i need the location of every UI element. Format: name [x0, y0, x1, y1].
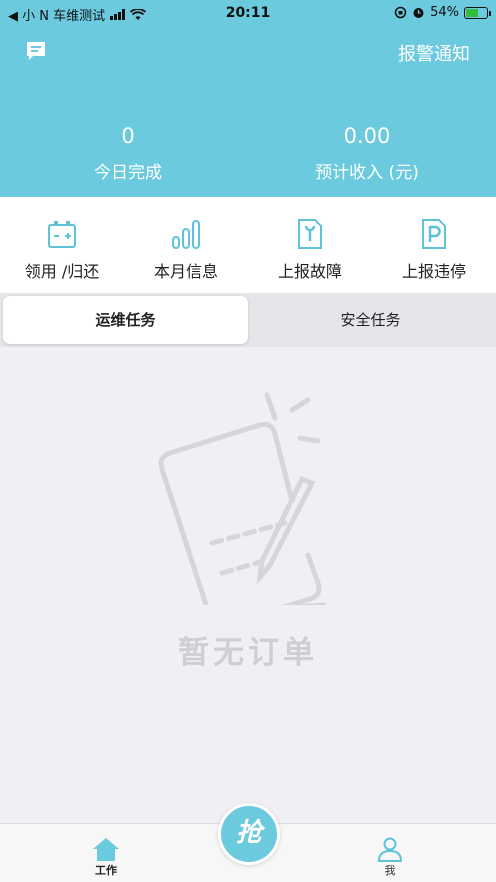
- tab-me-label: 我: [384, 864, 396, 877]
- expected-income-label: 预计收入 (元): [315, 163, 419, 183]
- today-completed-label: 今日完成: [94, 163, 162, 183]
- tab-work-label: 工作: [95, 864, 117, 877]
- action-report-parking[interactable]: 上报违停: [372, 197, 496, 295]
- action-report-parking-label: 上报违停: [401, 262, 466, 281]
- user-icon: [377, 837, 403, 862]
- empty-notepad-icon: [158, 392, 327, 605]
- status-right: 54%: [394, 5, 491, 20]
- empty-state: 暂无订单: [0, 347, 496, 823]
- action-monthly-info-label: 本月信息: [153, 262, 218, 281]
- expected-income-value: 0.00: [343, 124, 391, 148]
- alarm-notification-link[interactable]: 报警通知: [398, 40, 470, 66]
- battery-percent: 54%: [430, 5, 459, 20]
- tab-maintenance-tasks[interactable]: 运维任务: [3, 296, 248, 344]
- action-report-fault-label: 上报故障: [277, 262, 342, 281]
- action-borrow-return[interactable]: 领用 /归还: [0, 197, 124, 295]
- grab-order-button[interactable]: 抢: [218, 803, 280, 865]
- home-icon: [93, 838, 119, 861]
- tab-me[interactable]: 我: [360, 836, 420, 878]
- wrench-doc-icon: [298, 219, 322, 249]
- today-completed-stat: 0 今日完成: [28, 124, 228, 183]
- quick-actions: 领用 /归还 本月信息 上报故障 上报违停: [0, 197, 496, 295]
- task-tabs: 运维任务 安全任务: [0, 293, 496, 347]
- message-icon[interactable]: [24, 39, 48, 63]
- header: 报警通知 0 今日完成 0.00 预计收入 (元): [0, 26, 496, 197]
- today-completed-value: 0: [121, 124, 135, 148]
- action-monthly-info[interactable]: 本月信息: [124, 197, 248, 295]
- tab-work[interactable]: 工作: [76, 836, 136, 878]
- tab-safety-tasks[interactable]: 安全任务: [248, 296, 493, 344]
- orientation-lock-icon: [394, 6, 407, 19]
- action-borrow-return-label: 领用 /归还: [24, 262, 100, 281]
- battery-icon: [464, 6, 491, 19]
- bar-chart-icon: [172, 220, 200, 249]
- empty-state-text: 暂无订单: [178, 635, 318, 671]
- alarm-icon: [413, 8, 424, 18]
- expected-income-stat: 0.00 预计收入 (元): [267, 124, 467, 183]
- parking-icon: [422, 219, 446, 249]
- action-report-fault[interactable]: 上报故障: [248, 197, 372, 295]
- battery-icon: [48, 221, 76, 248]
- status-bar: ◀ 小 N 车维测试 20:11 54%: [0, 0, 496, 26]
